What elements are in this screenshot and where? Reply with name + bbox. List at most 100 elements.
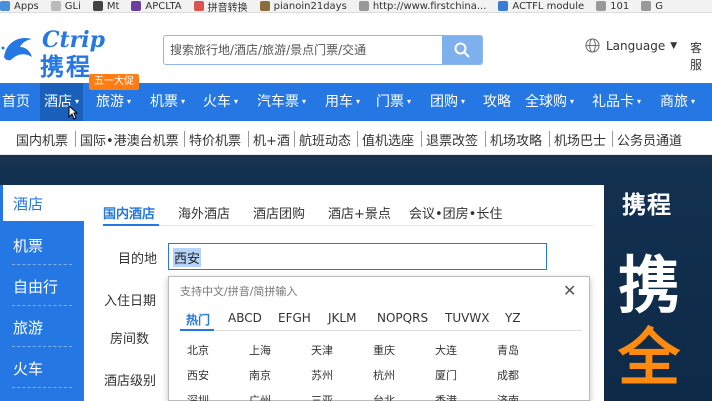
nav-groupbuy[interactable]: 团购 ▾ (430, 83, 465, 121)
mouse-cursor-icon (68, 105, 78, 120)
city-item[interactable]: 台北 (373, 392, 395, 401)
bookmark-firstchina[interactable]: http://www.firstchina... (358, 1, 486, 12)
dropdown-arrow-icon: ▾ (461, 97, 466, 106)
dropdown-arrow-icon: ▾ (407, 97, 412, 106)
subnav-airport-bus[interactable]: 机场巴士 (554, 130, 606, 149)
nav-guides[interactable]: 攻略 (483, 83, 511, 121)
bookmark-mt[interactable]: Mt (92, 1, 119, 12)
bookmark-apclta[interactable]: APCLTA (131, 1, 182, 12)
tab-meeting-longstay[interactable]: 会议•团房•长住 (409, 203, 502, 222)
nav-global-shop[interactable]: 全球购 ▾ (525, 83, 574, 121)
dropdown-arrow-icon: ▾ (181, 97, 186, 106)
subnav-special-flights[interactable]: 特价机票 (189, 130, 241, 149)
page-icon (358, 1, 369, 11)
search-input[interactable] (164, 36, 442, 64)
bookmark-pinyin[interactable]: 拼音转换 (193, 0, 248, 12)
nav-car[interactable]: 用车 ▾ (325, 83, 360, 121)
page-icon (193, 1, 204, 11)
dropdown-arrow-icon: ▾ (127, 97, 132, 106)
city-tab-nopqrs[interactable]: NOPQRS (377, 311, 428, 325)
rooms-label: 房间数 (110, 332, 150, 347)
side-item-hotel[interactable]: 酒店 (13, 193, 43, 214)
side-item-flights[interactable]: 机票 (13, 235, 43, 256)
city-item[interactable]: 香港 (435, 392, 457, 401)
dropdown-arrow-icon: ▾ (356, 97, 361, 106)
subnav-checkin[interactable]: 值机选座 (362, 130, 414, 149)
side-divider (12, 346, 72, 347)
city-item[interactable]: 大连 (435, 342, 457, 358)
city-item[interactable]: 深圳 (187, 392, 209, 401)
side-item-freetravel[interactable]: 自由行 (13, 276, 58, 297)
city-tabs-divider (180, 330, 582, 331)
bookmark-apps[interactable]: Apps (0, 1, 39, 12)
ctrip-logo[interactable]: Ctrip 携程 (0, 27, 112, 81)
subnav-civil-servant[interactable]: 公务员通道 (617, 130, 682, 149)
nav-giftcard[interactable]: 礼品卡 ▾ (592, 83, 641, 121)
city-item[interactable]: 济南 (497, 392, 519, 401)
banner-logo-text: 携程 (622, 191, 672, 219)
subnav-refund[interactable]: 退票改签 (426, 130, 478, 149)
separator (248, 131, 249, 147)
language-label: Language (606, 38, 666, 53)
city-item[interactable]: 杭州 (373, 367, 395, 383)
bookmark-gli[interactable]: GLi (50, 1, 81, 12)
subnav-flight-hotel[interactable]: 机+酒 (253, 130, 290, 149)
banner-subheadline: 全 (618, 321, 681, 394)
nav-business[interactable]: 商旅 ▾ (660, 83, 695, 121)
city-item[interactable]: 西安 (187, 367, 209, 383)
city-item[interactable]: 苏州 (311, 367, 333, 383)
city-item[interactable]: 南京 (249, 367, 271, 383)
bookmark-piano[interactable]: pianoin21days (259, 1, 347, 12)
city-tab-jklm[interactable]: JKLM (328, 311, 356, 325)
tab-hotel-attraction[interactable]: 酒店+景点 (328, 203, 391, 222)
city-item[interactable]: 青岛 (497, 342, 519, 358)
tab-overseas-hotel[interactable]: 海外酒店 (178, 203, 230, 222)
bookmark-actfl[interactable]: ACTFL module (498, 1, 584, 12)
subnav-international-flights[interactable]: 国际•港澳台机票 (80, 130, 179, 149)
city-tab-hot[interactable]: 热门 (186, 311, 210, 328)
page-icon (92, 1, 103, 11)
close-icon[interactable]: ✕ (563, 281, 576, 300)
nav-bus[interactable]: 汽车票 ▾ (257, 83, 306, 121)
separator (75, 131, 76, 147)
subnav-airport-guide[interactable]: 机场攻略 (490, 130, 542, 149)
city-tab-abcd[interactable]: ABCD (228, 311, 262, 325)
city-tab-tuvwx[interactable]: TUVWX (445, 311, 489, 325)
city-item[interactable]: 重庆 (373, 342, 395, 358)
nav-flights[interactable]: 机票 ▾ (150, 83, 185, 121)
destination-field[interactable]: 西安 (168, 243, 547, 270)
tab-domestic-hotel[interactable]: 国内酒店 (103, 203, 155, 222)
apps-icon (0, 1, 10, 11)
city-item[interactable]: 北京 (187, 342, 209, 358)
checkin-label: 入住日期 (104, 294, 157, 309)
search-button[interactable] (442, 36, 482, 64)
city-tab-yz[interactable]: YZ (505, 311, 521, 325)
promo-banner[interactable]: 携程 携 全 (604, 167, 712, 401)
ctrip-page: Apps GLi Mt APCLTA 拼音转换 pianoin21days ht… (0, 0, 712, 401)
subnav-flight-status[interactable]: 航班动态 (299, 130, 351, 149)
city-item[interactable]: 天津 (311, 342, 333, 358)
nav-train[interactable]: 火车 ▾ (203, 83, 238, 121)
bookmark-101[interactable]: 101 (596, 1, 629, 12)
dropdown-arrow-icon: ▾ (691, 97, 696, 106)
site-header: Ctrip 携程 Language ▼ 客服 (0, 13, 712, 83)
city-item[interactable]: 三亚 (311, 392, 333, 401)
nav-tickets[interactable]: 门票 ▾ (376, 83, 411, 121)
city-item[interactable]: 广州 (249, 392, 271, 401)
dolphin-logo-icon (1, 37, 32, 61)
city-item[interactable]: 厦门 (435, 367, 457, 383)
nav-home[interactable]: 首页 (2, 83, 30, 121)
side-item-train[interactable]: 火车 (13, 358, 43, 379)
customer-service-link[interactable]: 客服 (690, 39, 712, 73)
city-tab-efgh[interactable]: EFGH (278, 311, 311, 325)
bookmark-g[interactable]: G (641, 1, 663, 12)
language-selector[interactable]: Language ▼ (585, 38, 677, 53)
logo-chinese: 携程 (40, 53, 92, 81)
side-item-travel[interactable]: 旅游 (13, 317, 43, 338)
city-item[interactable]: 上海 (249, 342, 271, 358)
cloud-icon (498, 1, 509, 11)
city-item[interactable]: 成都 (497, 367, 519, 383)
subnav-domestic-flights[interactable]: 国内机票 (16, 130, 68, 149)
tab-hotel-groupbuy[interactable]: 酒店团购 (253, 203, 305, 222)
page-icon (131, 1, 142, 11)
